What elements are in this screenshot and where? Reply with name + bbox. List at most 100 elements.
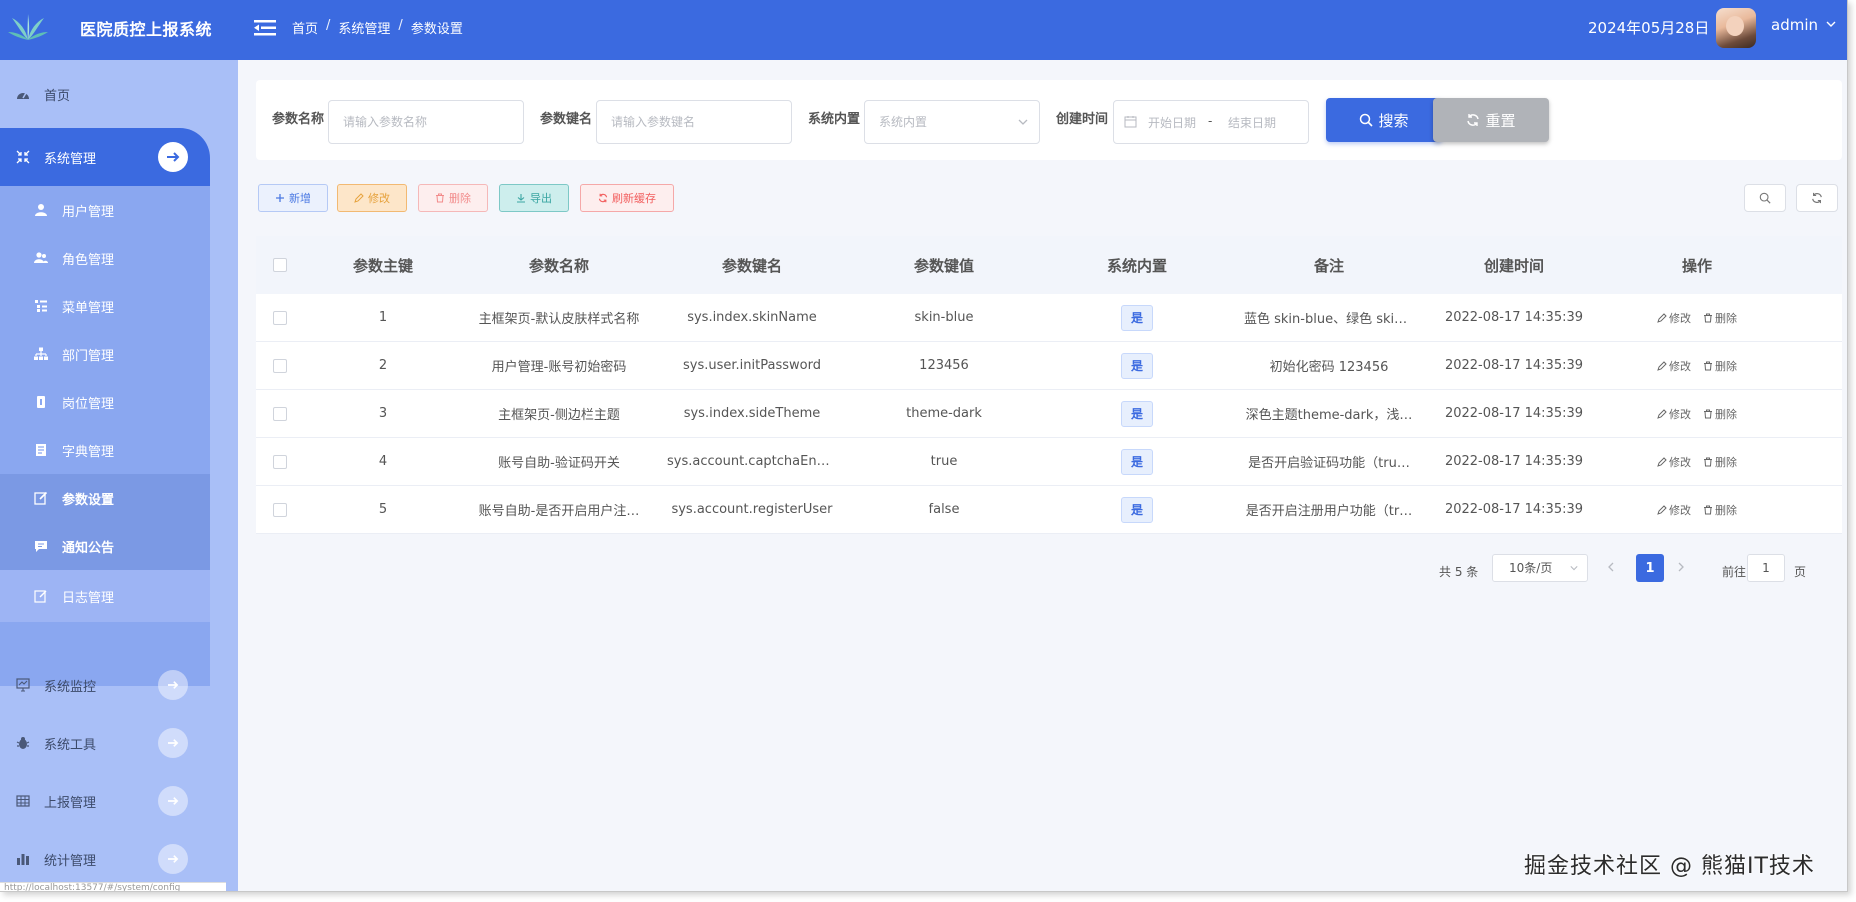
cell-value: true (848, 438, 1040, 485)
sidebar-item-config[interactable]: 参数设置 (0, 474, 210, 522)
row-edit-label: 修改 (1669, 311, 1691, 325)
breadcrumb-system[interactable]: 系统管理 (338, 18, 390, 37)
sidebar: 首页 系统管理 用户管理 角色管理 菜单管理 部门管理 岗位管理 字典管理 参数… (0, 60, 238, 891)
sidebar-item-logs[interactable]: 日志管理 (0, 570, 210, 622)
breadcrumb-separator: / (398, 18, 403, 33)
sidebar-item-roles[interactable]: 角色管理 (0, 234, 210, 282)
breadcrumb: 首页 / 系统管理 / 参数设置 (292, 18, 463, 37)
cell-remark: 初始化密码 123456 (1234, 342, 1424, 389)
expand-arrow-icon[interactable] (158, 786, 188, 816)
search-button[interactable]: 搜索 (1326, 98, 1442, 142)
row-edit-link[interactable]: 修改 (1657, 310, 1691, 326)
row-checkbox[interactable] (273, 406, 287, 421)
builtin-select-placeholder: 系统内置 (879, 115, 928, 129)
edit-icon (1657, 408, 1667, 419)
expand-arrow-icon[interactable] (158, 844, 188, 874)
trash-icon (1704, 457, 1712, 466)
date-range-picker[interactable]: 开始日期 - 结束日期 (1113, 100, 1309, 144)
page-size-select[interactable]: 10条/页 (1492, 554, 1588, 582)
refresh-cache-button[interactable]: 刷新缓存 (580, 184, 674, 212)
expand-arrow-icon[interactable] (158, 728, 188, 758)
prev-page-icon[interactable] (1604, 560, 1618, 574)
start-date-placeholder[interactable]: 开始日期 (1148, 114, 1196, 131)
page-size-value: 10条/页 (1509, 561, 1553, 575)
row-checkbox[interactable] (273, 358, 287, 373)
avatar[interactable] (1716, 8, 1756, 48)
sidebar-group-system[interactable]: 系统管理 (0, 128, 210, 186)
expand-arrow-icon[interactable] (158, 670, 188, 700)
edit-button[interactable]: 修改 (337, 184, 407, 212)
cell-builtin: 是 (1040, 438, 1234, 485)
expand-arrow-icon[interactable] (158, 142, 188, 172)
sidebar-group-tools[interactable]: 系统工具 (0, 714, 210, 772)
user-menu[interactable]: admin (1771, 16, 1818, 34)
row-edit-link[interactable]: 修改 (1657, 358, 1691, 374)
row-checkbox[interactable] (273, 310, 287, 325)
sidebar-item-departments[interactable]: 部门管理 (0, 330, 210, 378)
sidebar-label: 统计管理 (44, 853, 97, 869)
sidebar-item-posts[interactable]: 岗位管理 (0, 378, 210, 426)
builtin-select[interactable]: 系统内置 (864, 100, 1040, 144)
chevron-down-icon[interactable] (1826, 19, 1836, 29)
row-checkbox-cell (256, 342, 304, 389)
row-delete-link[interactable]: 删除 (1703, 406, 1737, 422)
row-delete-link[interactable]: 删除 (1703, 502, 1737, 518)
top-header: 医院质控上报系统 首页 / 系统管理 / 参数设置 2024年05月28日 ad… (0, 0, 1847, 60)
sidebar-group-report[interactable]: 上报管理 (0, 772, 210, 830)
sidebar-label: 岗位管理 (62, 396, 115, 412)
cell-text: false (928, 502, 960, 517)
builtin-tag: 是 (1121, 448, 1153, 475)
export-button[interactable]: 导出 (499, 184, 569, 212)
page-number-current[interactable]: 1 (1636, 554, 1664, 582)
sidebar-item-home[interactable]: 首页 (0, 60, 238, 128)
delete-button[interactable]: 删除 (418, 184, 488, 212)
cell-id: 1 (304, 294, 462, 341)
param-name-input[interactable] (328, 100, 524, 144)
cell-key: sys.account.registerUser (656, 486, 848, 533)
cell-text: 账号自助-验证码开关 (498, 456, 620, 471)
monitor-icon (16, 678, 30, 692)
row-edit-link[interactable]: 修改 (1657, 406, 1691, 422)
cell-id: 5 (304, 486, 462, 533)
row-delete-link[interactable]: 删除 (1703, 358, 1737, 374)
sidebar-item-menus[interactable]: 菜单管理 (0, 282, 210, 330)
select-all-checkbox[interactable] (273, 258, 287, 272)
refresh-table-button[interactable] (1796, 184, 1838, 212)
user-icon (35, 204, 47, 216)
toggle-search-button[interactable] (1744, 184, 1786, 212)
sidebar-item-notices[interactable]: 通知公告 (0, 522, 210, 570)
cell-text: 2022-08-17 14:35:39 (1444, 454, 1584, 469)
sidebar-group-monitor[interactable]: 系统监控 (0, 656, 210, 714)
row-delete-link[interactable]: 删除 (1703, 310, 1737, 326)
cell-key: sys.account.captchaEnabl… (656, 438, 848, 485)
row-delete-link[interactable]: 删除 (1703, 454, 1737, 470)
download-icon (517, 194, 525, 203)
reset-button[interactable]: 重置 (1433, 98, 1549, 142)
search-icon (1759, 192, 1771, 204)
badge-icon (37, 396, 45, 408)
edit-icon (1657, 504, 1667, 515)
column-header: 参数主键 (352, 256, 413, 275)
cell-builtin: 是 (1040, 390, 1234, 437)
sidebar-item-dictionary[interactable]: 字典管理 (0, 426, 210, 474)
add-button[interactable]: 新增 (258, 184, 328, 212)
param-key-input[interactable] (596, 100, 792, 144)
table-icon (16, 795, 30, 807)
sidebar-group-statistics[interactable]: 统计管理 (0, 830, 210, 888)
goto-page-input[interactable]: 1 (1747, 554, 1785, 582)
sidebar-label: 部门管理 (62, 348, 115, 364)
breadcrumb-home[interactable]: 首页 (292, 18, 318, 37)
edit-icon (1657, 312, 1667, 323)
row-edit-link[interactable]: 修改 (1657, 454, 1691, 470)
builtin-tag: 是 (1121, 352, 1153, 379)
menu-toggle-icon[interactable] (254, 18, 276, 38)
row-checkbox[interactable] (273, 502, 287, 517)
bug-icon (16, 737, 30, 749)
end-date-placeholder[interactable]: 结束日期 (1228, 114, 1276, 131)
cell-actions: 修改 删除 (1604, 294, 1790, 341)
sidebar-item-users[interactable]: 用户管理 (0, 186, 210, 234)
trash-icon (1704, 361, 1712, 370)
next-page-icon[interactable] (1674, 560, 1688, 574)
row-checkbox[interactable] (273, 454, 287, 469)
row-edit-link[interactable]: 修改 (1657, 502, 1691, 518)
